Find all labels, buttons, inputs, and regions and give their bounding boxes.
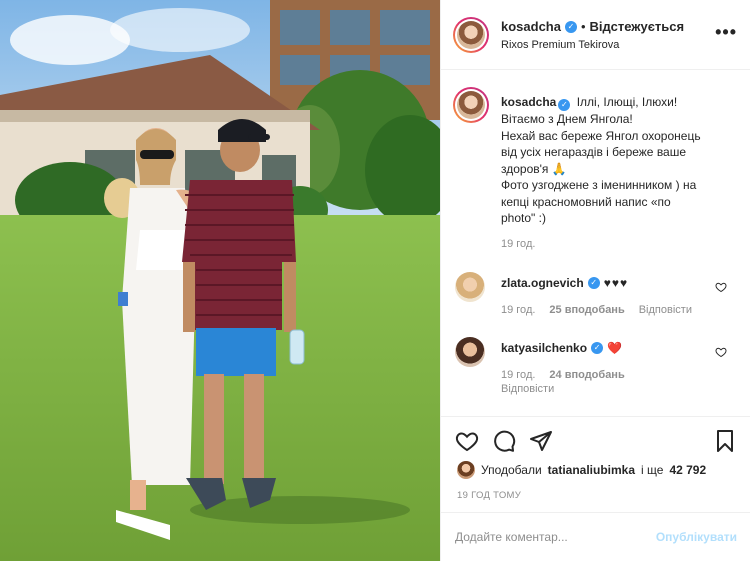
bookmark-icon[interactable]	[713, 429, 737, 453]
comment-time[interactable]: 19 год.	[501, 304, 535, 316]
caption-line: здоров'я 🙏	[501, 161, 567, 176]
post-header: kosadcha ✓ • Відстежується Rixos Premium…	[441, 0, 750, 70]
verified-badge-icon: ✓	[558, 99, 571, 111]
comment-username[interactable]: zlata.ognevich	[501, 276, 584, 290]
comment-avatar[interactable]	[455, 272, 485, 302]
caption-line: кепці красномовний напис «по	[501, 194, 671, 209]
add-comment-bar: Опублікувати	[441, 512, 750, 561]
likes-suffix: і ще	[641, 463, 664, 477]
comment-body: ♥♥♥	[603, 276, 629, 290]
caption-line: від усіх негараздів і береже ваше	[501, 145, 687, 159]
comment-icon[interactable]	[492, 429, 516, 453]
publish-button[interactable]: Опублікувати	[656, 530, 737, 544]
reply-button[interactable]: Відповісти	[639, 304, 692, 316]
caption-time[interactable]: 19 год.	[501, 238, 535, 250]
caption-author-avatar[interactable]	[453, 87, 489, 123]
verified-badge-icon: ✓	[591, 342, 604, 354]
comment-meta: 19 год. 25 вподобань Відповісти	[501, 304, 692, 316]
post-image	[0, 0, 440, 561]
comment-likes[interactable]: 24 вподобань	[549, 369, 624, 381]
author-avatar[interactable]	[453, 17, 489, 53]
likes-count[interactable]: 42 792	[669, 463, 706, 477]
comment-avatar[interactable]	[455, 337, 485, 367]
caption-line: photo" :)	[501, 211, 546, 225]
author-username[interactable]: kosadcha	[501, 19, 561, 34]
caption-line: Фото узгоджене з іменинником ) на	[501, 178, 697, 192]
comment-likes[interactable]: 25 вподобань	[549, 304, 624, 316]
comment-text: zlata.ognevich ✓ ♥♥♥	[501, 276, 628, 290]
comment-text: katyasilchenko ✓ ❤️	[501, 341, 622, 355]
separator-dot: •	[580, 19, 586, 34]
comments-list[interactable]: kosadcha ✓ Іллі, Ілющі, Ілюхи! Вітаємо з …	[441, 71, 750, 416]
comment-username[interactable]: katyasilchenko	[501, 341, 587, 355]
post-actions: Уподобали tatianaliubimka і ще 42 792 19…	[441, 416, 750, 512]
comment-time[interactable]: 19 год.	[501, 369, 535, 381]
post-location[interactable]: Rixos Premium Tekirova	[501, 39, 619, 51]
like-comment-heart-icon[interactable]	[715, 346, 727, 358]
post-caption: kosadcha ✓ Іллі, Ілющі, Ілюхи! Вітаємо з …	[501, 94, 741, 227]
caption-username[interactable]: kosadcha	[501, 95, 556, 109]
posted-time[interactable]: 19 ГОД ТОМУ	[457, 490, 521, 501]
reply-button[interactable]: Відповісти	[501, 383, 554, 395]
comment-body: ❤️	[607, 341, 622, 355]
comment-input[interactable]	[455, 527, 645, 547]
like-comment-heart-icon[interactable]	[715, 281, 727, 293]
likes-prefix: Уподобали	[481, 463, 542, 477]
follow-status-button[interactable]: Відстежується	[590, 19, 685, 34]
likes-summary[interactable]: Уподобали tatianaliubimka і ще 42 792	[457, 461, 706, 479]
caption-line: Нехай вас береже Янгол охоронець	[501, 128, 701, 143]
post-side-panel: kosadcha ✓ • Відстежується Rixos Premium…	[440, 0, 750, 561]
heart-icon[interactable]	[455, 429, 479, 453]
share-icon[interactable]	[529, 429, 553, 453]
post-photo[interactable]	[0, 0, 440, 561]
liker-username[interactable]: tatianaliubimka	[548, 463, 635, 477]
verified-badge-icon: ✓	[564, 20, 577, 33]
author-line: kosadcha ✓ • Відстежується	[501, 19, 684, 34]
more-options-icon[interactable]: •••	[715, 22, 737, 43]
caption-line: Вітаємо з Днем Янгола!	[501, 112, 633, 126]
liker-avatar	[457, 461, 475, 479]
caption-line: Іллі, Ілющі, Ілюхи!	[576, 95, 678, 109]
comment-meta: 19 год. 24 вподобань	[501, 369, 625, 381]
verified-badge-icon: ✓	[587, 277, 600, 289]
